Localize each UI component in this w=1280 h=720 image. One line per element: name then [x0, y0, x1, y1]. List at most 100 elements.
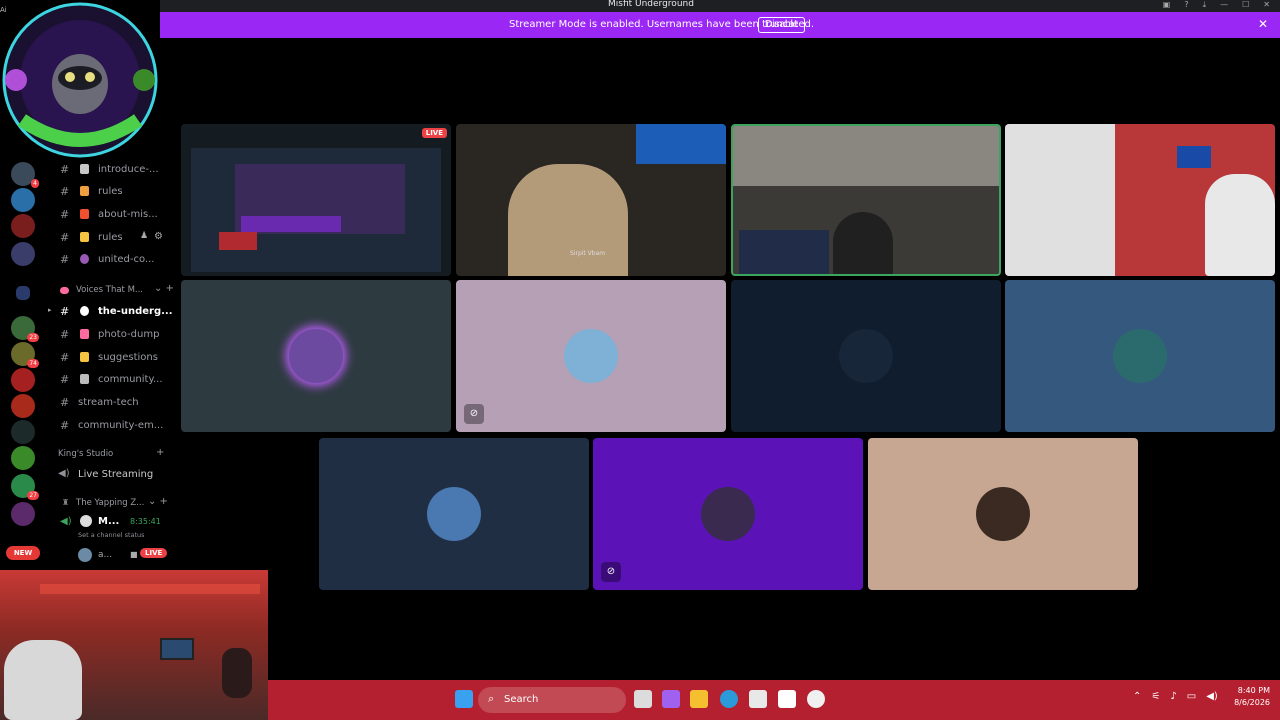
hash-icon: #: [60, 396, 70, 409]
avatar-tile[interactable]: [319, 438, 589, 590]
member-avatar[interactable]: [78, 548, 92, 562]
person-shape: [222, 648, 252, 698]
shared-window-bar: [241, 216, 341, 232]
documents-icon[interactable]: [778, 690, 796, 708]
copilot-icon[interactable]: [662, 690, 680, 708]
channel-item[interactable]: # introduce-...: [44, 160, 172, 180]
laptop-screen: [739, 230, 829, 274]
server-icon[interactable]: [11, 242, 35, 266]
channel-emoji-icon: [80, 232, 89, 242]
store-icon[interactable]: [749, 690, 767, 708]
voice-timer: 8:35:41: [130, 517, 161, 526]
chrome-icon[interactable]: [807, 690, 825, 708]
video-icon: ■: [130, 550, 138, 559]
screen: Misfit Underground ▣ ? ⤓ — ☐ ✕ Streamer …: [0, 0, 1280, 720]
avatar-tile[interactable]: [181, 280, 451, 432]
server-icon[interactable]: [11, 188, 35, 212]
download-icon[interactable]: ⤓: [1203, 0, 1207, 10]
channel-item[interactable]: # rules ♟ ⚙: [44, 228, 172, 248]
category-voices[interactable]: Voices That M...: [76, 285, 143, 295]
channel-label: photo-dump: [98, 329, 160, 340]
maximize-icon[interactable]: ☐: [1242, 0, 1249, 10]
server-icon[interactable]: 27: [11, 474, 39, 500]
server-icon[interactable]: 23: [11, 316, 39, 342]
avatar-tile[interactable]: ⊘: [456, 280, 726, 432]
banner-close-icon[interactable]: ✕: [1258, 17, 1268, 31]
volume-icon[interactable]: ◀): [1206, 691, 1218, 702]
channel-emoji-icon: [80, 186, 89, 196]
blue-light: [636, 124, 726, 164]
avatar-tile[interactable]: [731, 280, 1001, 432]
server-icon[interactable]: [11, 394, 35, 418]
category-add-icon[interactable]: +: [156, 447, 164, 458]
channel-item[interactable]: # photo-dump: [44, 325, 172, 345]
screen-share-tile[interactable]: LIVE: [181, 124, 451, 276]
channel-emoji-icon: [80, 329, 89, 339]
file-explorer-icon[interactable]: [690, 690, 708, 708]
channel-emoji-icon: [80, 164, 89, 174]
channel-label: the-underg...: [98, 306, 173, 317]
hash-icon: #: [60, 351, 70, 364]
server-icon[interactable]: [11, 420, 35, 444]
channel-item[interactable]: # rules: [44, 182, 172, 202]
channel-item[interactable]: # suggestions: [44, 348, 172, 368]
camera-tile[interactable]: [1005, 124, 1275, 276]
channel-item[interactable]: # stream-tech: [44, 393, 172, 413]
server-icon[interactable]: [11, 502, 35, 526]
server-icon[interactable]: [11, 214, 35, 238]
channel-item[interactable]: # about-mis...: [44, 205, 172, 225]
channel-item[interactable]: # united-co...: [44, 250, 172, 270]
voice-channel[interactable]: ◀) Live Streaming: [44, 465, 172, 485]
help-icon[interactable]: ?: [1184, 0, 1188, 10]
hash-icon: #: [60, 373, 70, 386]
channel-status[interactable]: Set a channel status: [78, 531, 145, 539]
taskbar-search[interactable]: ⌕ Search: [478, 687, 626, 713]
window-controls: ▣ ? ⤓ — ☐ ✕: [1163, 0, 1270, 10]
hash-icon: #: [60, 305, 70, 318]
hash-icon: #: [60, 231, 70, 244]
inbox-icon[interactable]: ▣: [1163, 0, 1171, 10]
category-kings-studio[interactable]: King's Studio: [58, 449, 113, 459]
channel-item[interactable]: # community-em...: [44, 416, 172, 436]
disable-button[interactable]: Disable: [758, 17, 806, 33]
muted-mic-icon: ⊘: [464, 404, 484, 424]
camera-tile[interactable]: Sirpit Vbam: [456, 124, 726, 276]
category-add-icon[interactable]: ⌄ +: [154, 283, 174, 294]
category-emoji-icon: [60, 287, 69, 294]
avatar-tile[interactable]: [868, 438, 1138, 590]
gaming-chair: [1205, 174, 1275, 276]
display-icon[interactable]: ▭: [1187, 691, 1196, 702]
server-icon[interactable]: [11, 368, 35, 392]
user-avatar: [564, 329, 618, 383]
clock[interactable]: 8:40 PM 8/6/2026: [1234, 685, 1270, 709]
system-tray: ⌃ ⚟ ♪ ▭ ◀): [1133, 691, 1218, 702]
folder-icon[interactable]: [16, 286, 30, 300]
close-window-icon[interactable]: ✕: [1263, 0, 1270, 10]
minimize-icon[interactable]: —: [1220, 0, 1228, 10]
server-badge: 74: [27, 359, 39, 368]
edge-icon[interactable]: [720, 690, 738, 708]
camera-tile-speaking[interactable]: [731, 124, 1001, 276]
network-icon[interactable]: ⚟: [1151, 691, 1160, 702]
new-badge[interactable]: NEW: [6, 546, 40, 560]
window-title: Misfit Underground: [608, 0, 694, 9]
server-icon[interactable]: 74: [11, 342, 39, 368]
chevron-up-icon[interactable]: ⌃: [1133, 691, 1141, 702]
channel-item[interactable]: # community...: [44, 370, 172, 390]
avatar-tile[interactable]: ⊘: [593, 438, 863, 590]
windows-start-icon[interactable]: [455, 690, 473, 708]
monitor-shape: [160, 638, 194, 660]
server-icon[interactable]: [11, 446, 35, 470]
channel-item-active[interactable]: # the-underg...: [44, 302, 173, 322]
kitchen-cabinets: [733, 126, 999, 186]
category-add-icon[interactable]: ⌄ +: [148, 496, 168, 507]
gear-icon[interactable]: ⚙: [154, 231, 163, 242]
misfit-underground-logo: Ai: [0, 0, 160, 160]
avatar-tile[interactable]: [1005, 280, 1275, 432]
category-yapping[interactable]: The Yapping Z...: [76, 498, 144, 508]
mic-icon[interactable]: ♪: [1170, 691, 1176, 702]
task-view-icon[interactable]: [634, 690, 652, 708]
add-member-icon[interactable]: ♟: [140, 231, 148, 241]
server-icon[interactable]: 4: [11, 162, 39, 188]
channel-emoji-icon: [80, 209, 89, 219]
